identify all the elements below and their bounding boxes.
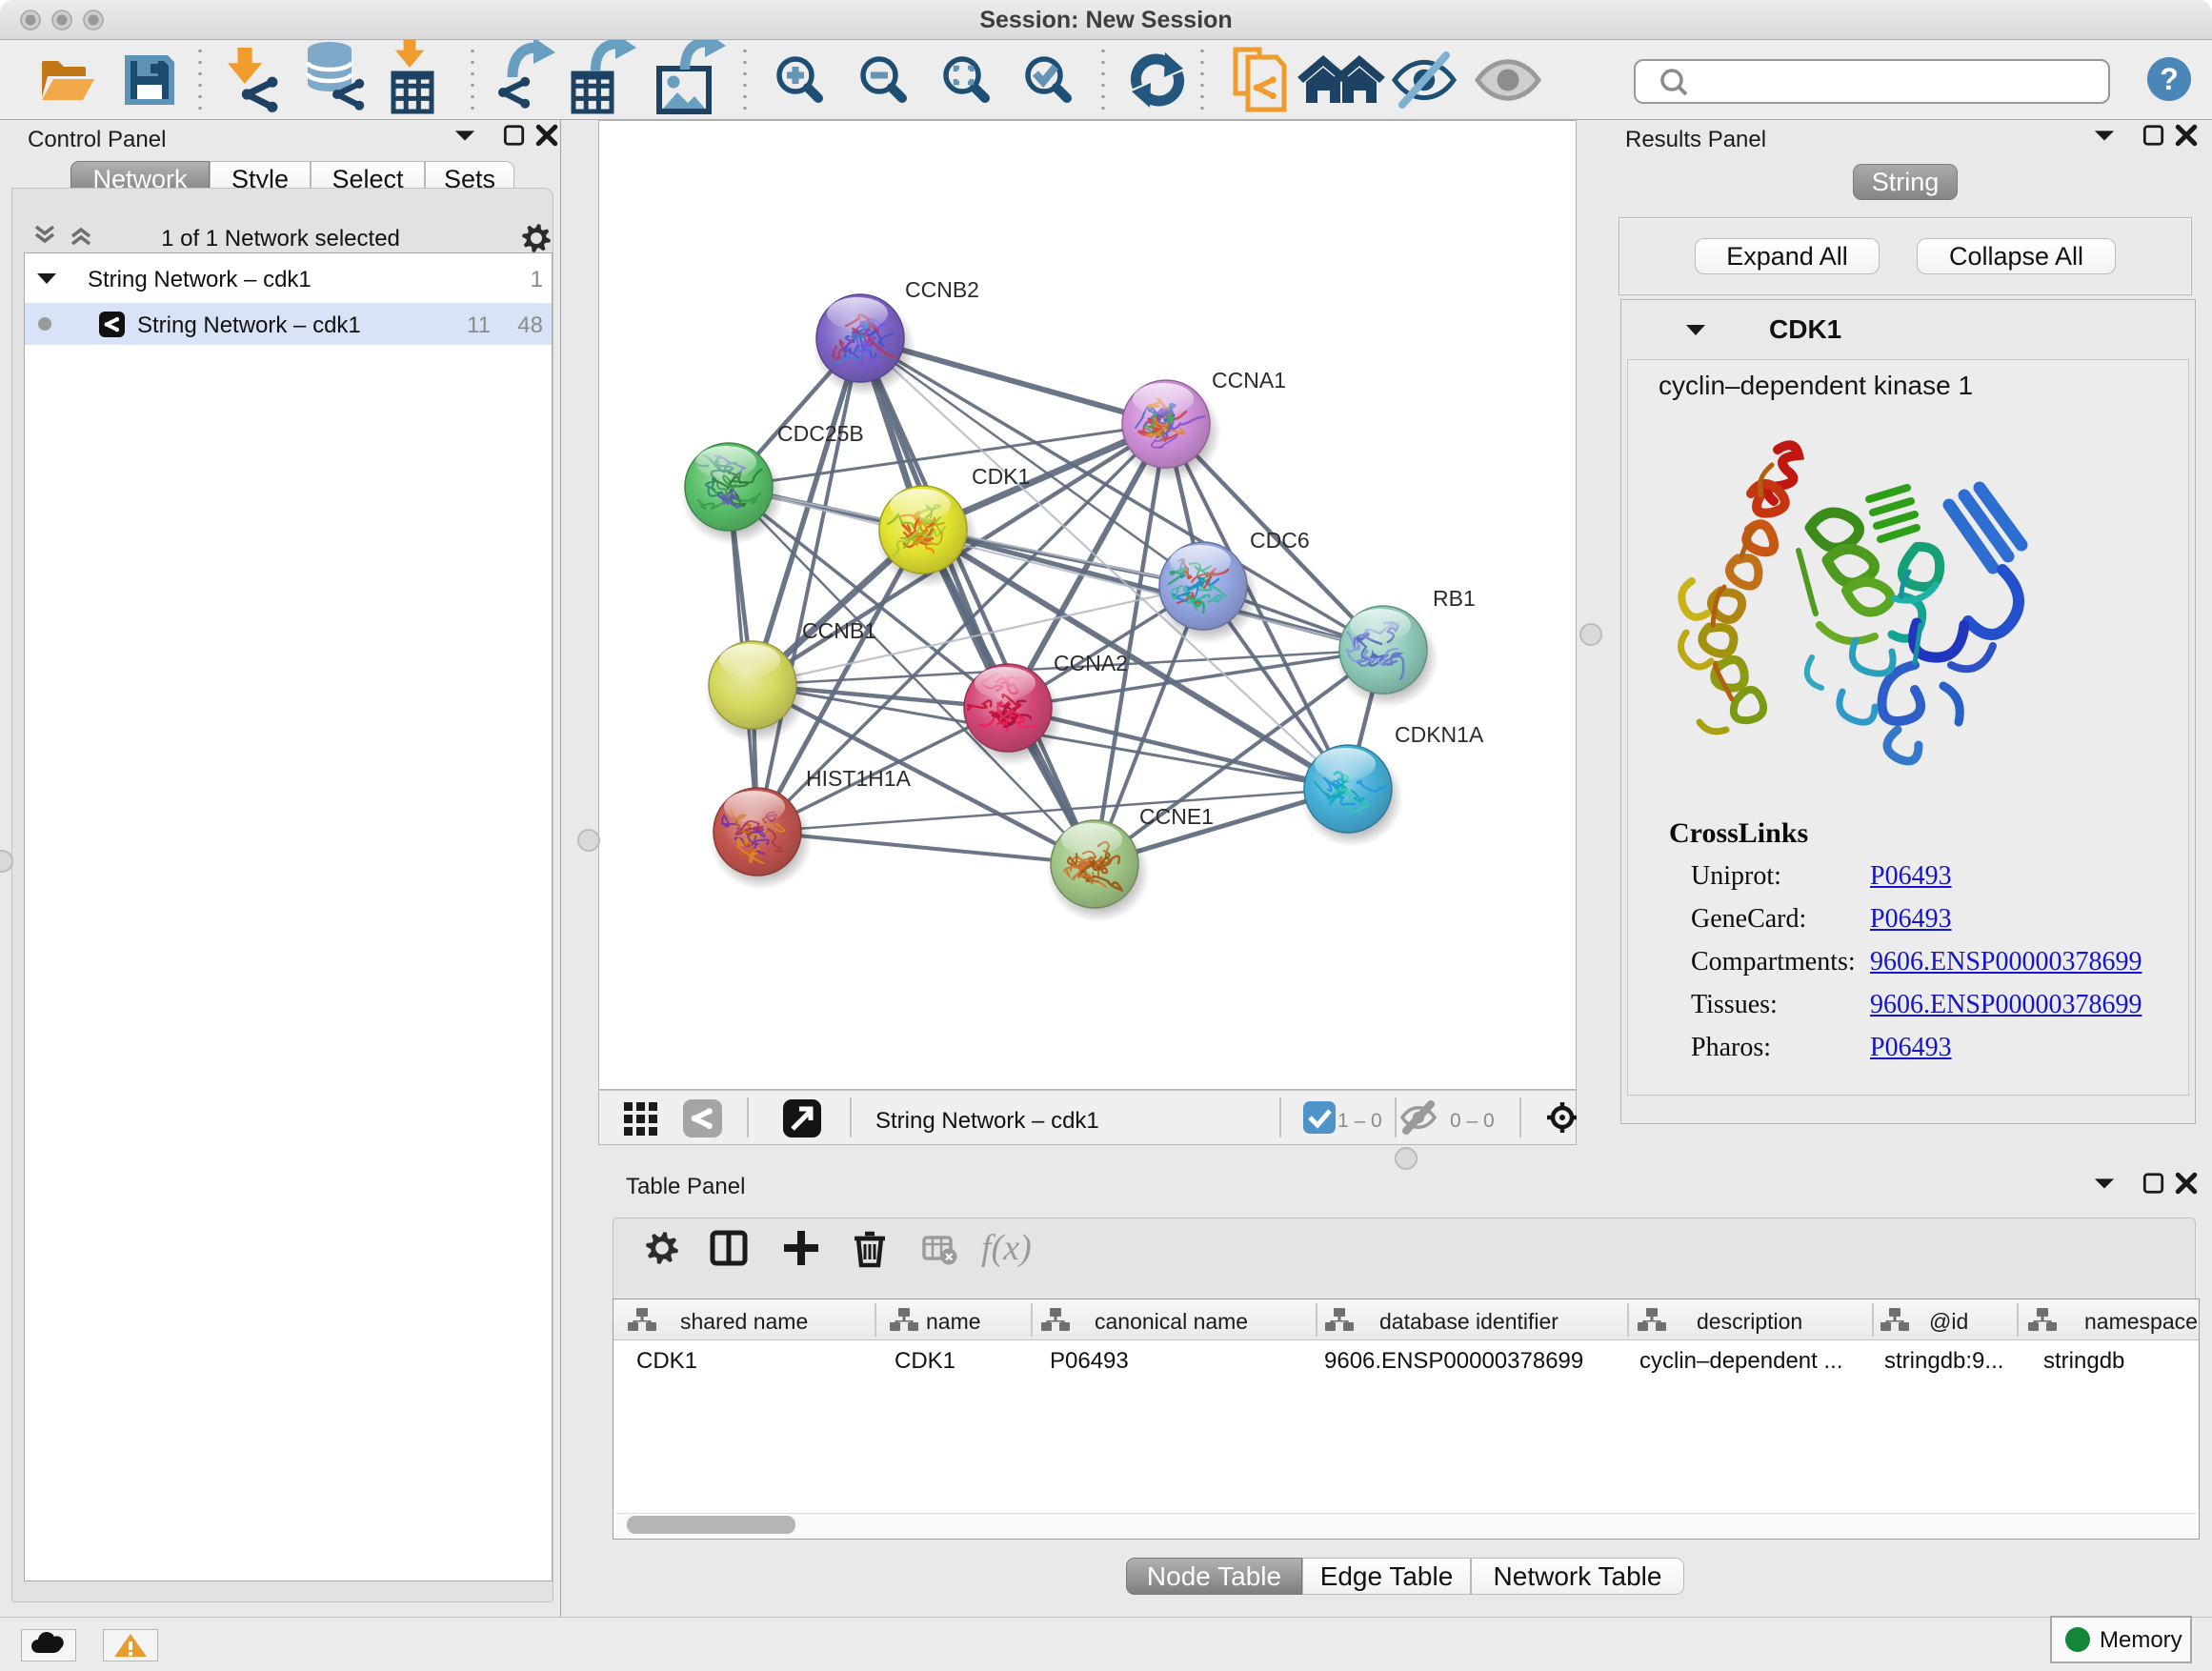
svg-text:CDC6: CDC6 [1250,528,1310,553]
svg-text:CDC25B: CDC25B [777,421,864,446]
svg-text:CDK1: CDK1 [972,464,1030,489]
svg-text:RB1: RB1 [1433,586,1476,611]
svg-text:CCNA2: CCNA2 [1054,651,1128,675]
svg-text:HIST1H1A: HIST1H1A [806,766,912,791]
svg-text:CCNE1: CCNE1 [1139,804,1214,829]
svg-text:CCNA1: CCNA1 [1212,368,1286,393]
svg-text:CCNB2: CCNB2 [905,277,979,302]
svg-text:CDKN1A: CDKN1A [1395,722,1484,747]
svg-text:CCNB1: CCNB1 [802,618,876,643]
